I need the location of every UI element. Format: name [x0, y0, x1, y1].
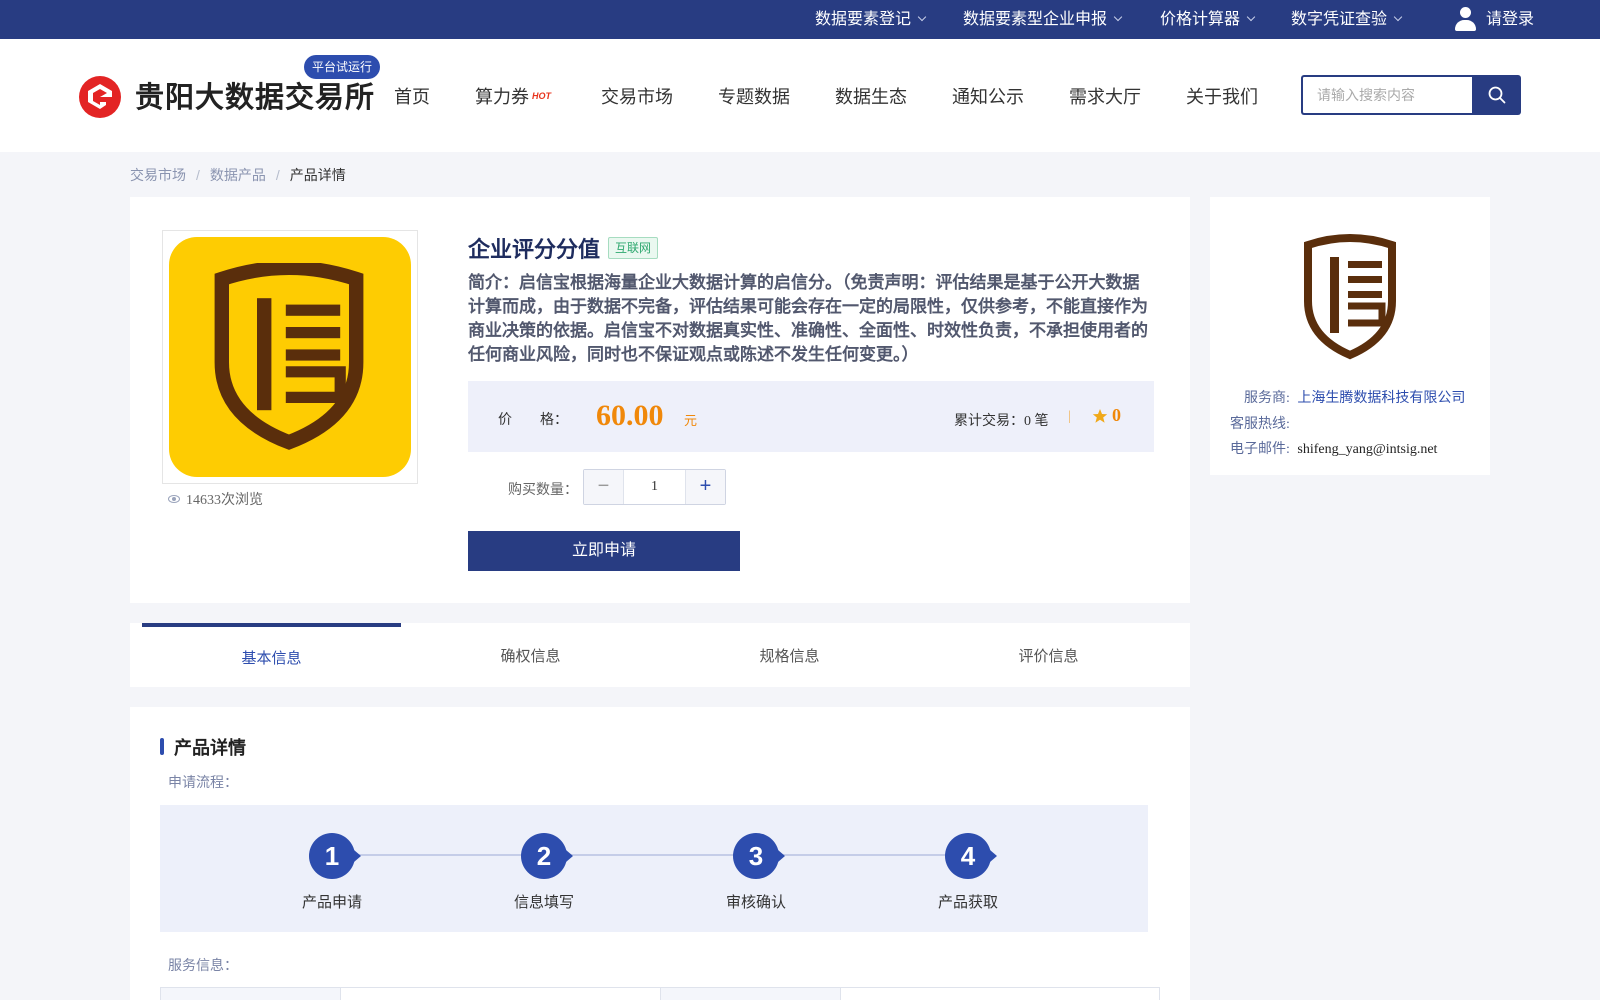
- flow-step-1: 1 产品申请: [272, 833, 392, 912]
- nav-about-us[interactable]: 关于我们: [1186, 83, 1258, 109]
- topbar-item-voucher-check[interactable]: 数字凭证查验: [1291, 0, 1403, 39]
- topbar-item-price-calculator[interactable]: 价格计算器: [1160, 0, 1256, 39]
- tab-basic-info[interactable]: 基本信息: [142, 623, 401, 687]
- table-cell: [840, 988, 1160, 1000]
- category-tag: 互联网: [608, 237, 659, 259]
- provider-label: 服务商:: [1244, 391, 1290, 406]
- flow-connector: [353, 854, 955, 856]
- topbar-item-data-registration[interactable]: 数据要素登记: [815, 0, 927, 39]
- vendor-logo-icon: [1304, 234, 1396, 360]
- product-card: 14633次浏览 企业评分分值 互联网 简介：启信宝根据海量企业大数据计算的启信…: [130, 197, 1190, 603]
- price-unit: 元: [684, 413, 698, 428]
- product-title: 企业评分分值: [468, 237, 601, 262]
- nav-trading-market[interactable]: 交易市场: [601, 83, 673, 109]
- search-icon: [1488, 86, 1506, 104]
- vendor-hotline-row: 客服热线:: [1230, 413, 1290, 433]
- email-value: shifeng_yang@intsig.net: [1297, 442, 1438, 457]
- quantity-stepper: − +: [583, 469, 726, 505]
- breadcrumb-item-current: 产品详情: [289, 167, 346, 183]
- topbar-item-enterprise-declaration[interactable]: 数据要素型企业申报: [963, 0, 1123, 39]
- increment-button[interactable]: +: [685, 470, 725, 504]
- nav-topic-data[interactable]: 专题数据: [718, 83, 790, 109]
- breadcrumb: 交易市场 / 数据产品 / 产品详情: [130, 167, 346, 183]
- product-image: [162, 230, 418, 484]
- step-number: 1: [309, 833, 361, 879]
- tab-spec-info[interactable]: 规格信息: [660, 623, 919, 687]
- site-logo-text[interactable]: 贵阳大数据交易所: [135, 74, 375, 116]
- hot-badge: HOT: [532, 91, 551, 101]
- topbar-item-label: 数据要素登记: [815, 11, 912, 28]
- eye-icon: [168, 495, 180, 503]
- trial-badge: 平台试运行: [304, 55, 381, 79]
- quantity-label: 购买数量：: [508, 483, 578, 498]
- breadcrumb-item-data-products[interactable]: 数据产品: [210, 167, 266, 183]
- service-info-table: [160, 987, 1160, 1000]
- step-label: 产品获取: [937, 894, 998, 911]
- step-number: 2: [521, 833, 573, 879]
- chevron-down-icon: [1393, 12, 1403, 22]
- provider-link[interactable]: 上海生腾数据科技有限公司: [1297, 391, 1465, 406]
- nav-demand-hall[interactable]: 需求大厅: [1069, 83, 1141, 109]
- flow-label: 申请流程：: [168, 774, 238, 790]
- flow-step-3: 3 审核确认: [696, 833, 816, 912]
- price-value: 60.00: [596, 399, 664, 432]
- tab-review-info[interactable]: 评价信息: [919, 623, 1178, 687]
- step-number: 3: [733, 833, 785, 879]
- hotline-label: 客服热线:: [1230, 417, 1290, 432]
- topbar-item-label: 数字凭证查验: [1291, 11, 1388, 28]
- detail-tabs: 基本信息 确权信息 规格信息 评价信息: [130, 623, 1190, 687]
- search-input[interactable]: [1301, 75, 1473, 115]
- vendor-card: 服务商: 上海生腾数据科技有限公司 客服热线: 电子邮件: shifeng_ya…: [1210, 197, 1490, 475]
- tab-rights-info[interactable]: 确权信息: [401, 623, 660, 687]
- flow-step-2: 2 信息填写: [484, 833, 604, 912]
- product-detail-section: 产品详情 申请流程： 1 产品申请 2 信息填写 3 审核确认 4 产品获取 服…: [130, 707, 1190, 1000]
- service-info-label: 服务信息：: [168, 957, 238, 973]
- table-cell: [160, 988, 340, 1000]
- chevron-down-icon: [917, 12, 927, 22]
- flow-step-4: 4 产品获取: [908, 833, 1028, 912]
- search-button[interactable]: [1472, 75, 1521, 115]
- view-count: 14633次浏览: [168, 489, 263, 509]
- section-title: 产品详情: [160, 734, 246, 760]
- nav-notices[interactable]: 通知公示: [952, 83, 1024, 109]
- rating-value: 0: [1112, 405, 1121, 425]
- site-header: 贵阳大数据交易所 平台试运行 首页 算力券 HOT 交易市场 专题数据 数据生态…: [0, 39, 1600, 152]
- step-label: 产品申请: [301, 894, 362, 911]
- qixinbao-logo-icon: [214, 263, 364, 450]
- application-flow: 1 产品申请 2 信息填写 3 审核确认 4 产品获取: [160, 805, 1148, 932]
- login-label: 请登录: [1486, 11, 1535, 28]
- decrement-button[interactable]: −: [584, 470, 624, 504]
- step-number: 4: [945, 833, 997, 879]
- price-panel: 价 格： 60.00 元 累计交易：0 笔 | 0: [468, 381, 1154, 452]
- chevron-down-icon: [1113, 12, 1123, 22]
- star-icon: [1092, 409, 1108, 423]
- divider: |: [1068, 409, 1071, 424]
- view-count-text: 14633次浏览: [186, 493, 263, 508]
- nav-data-ecosystem[interactable]: 数据生态: [835, 83, 907, 109]
- price-label: 价 格：: [498, 413, 568, 428]
- table-cell: [340, 988, 660, 1000]
- topbar-item-label: 价格计算器: [1160, 11, 1241, 28]
- step-label: 信息填写: [513, 894, 574, 911]
- quantity-input[interactable]: [624, 470, 685, 504]
- product-intro: 简介：启信宝根据海量企业大数据计算的启信分。（免责声明：评估结果是基于公开大数据…: [468, 273, 1148, 364]
- vendor-provider-row: 服务商: 上海生腾数据科技有限公司: [1244, 387, 1465, 407]
- topbar-item-label: 数据要素型企业申报: [963, 11, 1108, 28]
- user-icon: [1454, 7, 1476, 31]
- apply-button[interactable]: 立即申请: [468, 531, 740, 571]
- exchange-logo-icon[interactable]: [79, 76, 121, 118]
- login-link[interactable]: 请登录: [1454, 0, 1534, 39]
- chevron-down-icon: [1246, 12, 1256, 22]
- step-label: 审核确认: [725, 894, 786, 911]
- nav-home[interactable]: 首页: [394, 83, 430, 109]
- trade-count: 累计交易：0 笔: [954, 414, 1049, 429]
- nav-compute-voucher[interactable]: 算力券: [475, 83, 529, 109]
- vendor-email-row: 电子邮件: shifeng_yang@intsig.net: [1230, 438, 1437, 458]
- email-label: 电子邮件:: [1230, 442, 1290, 457]
- breadcrumb-item-trading-market[interactable]: 交易市场: [130, 167, 186, 183]
- top-bar: 数据要素登记 数据要素型企业申报 价格计算器 数字凭证查验 请登录: [0, 0, 1600, 39]
- table-cell: [660, 988, 840, 1000]
